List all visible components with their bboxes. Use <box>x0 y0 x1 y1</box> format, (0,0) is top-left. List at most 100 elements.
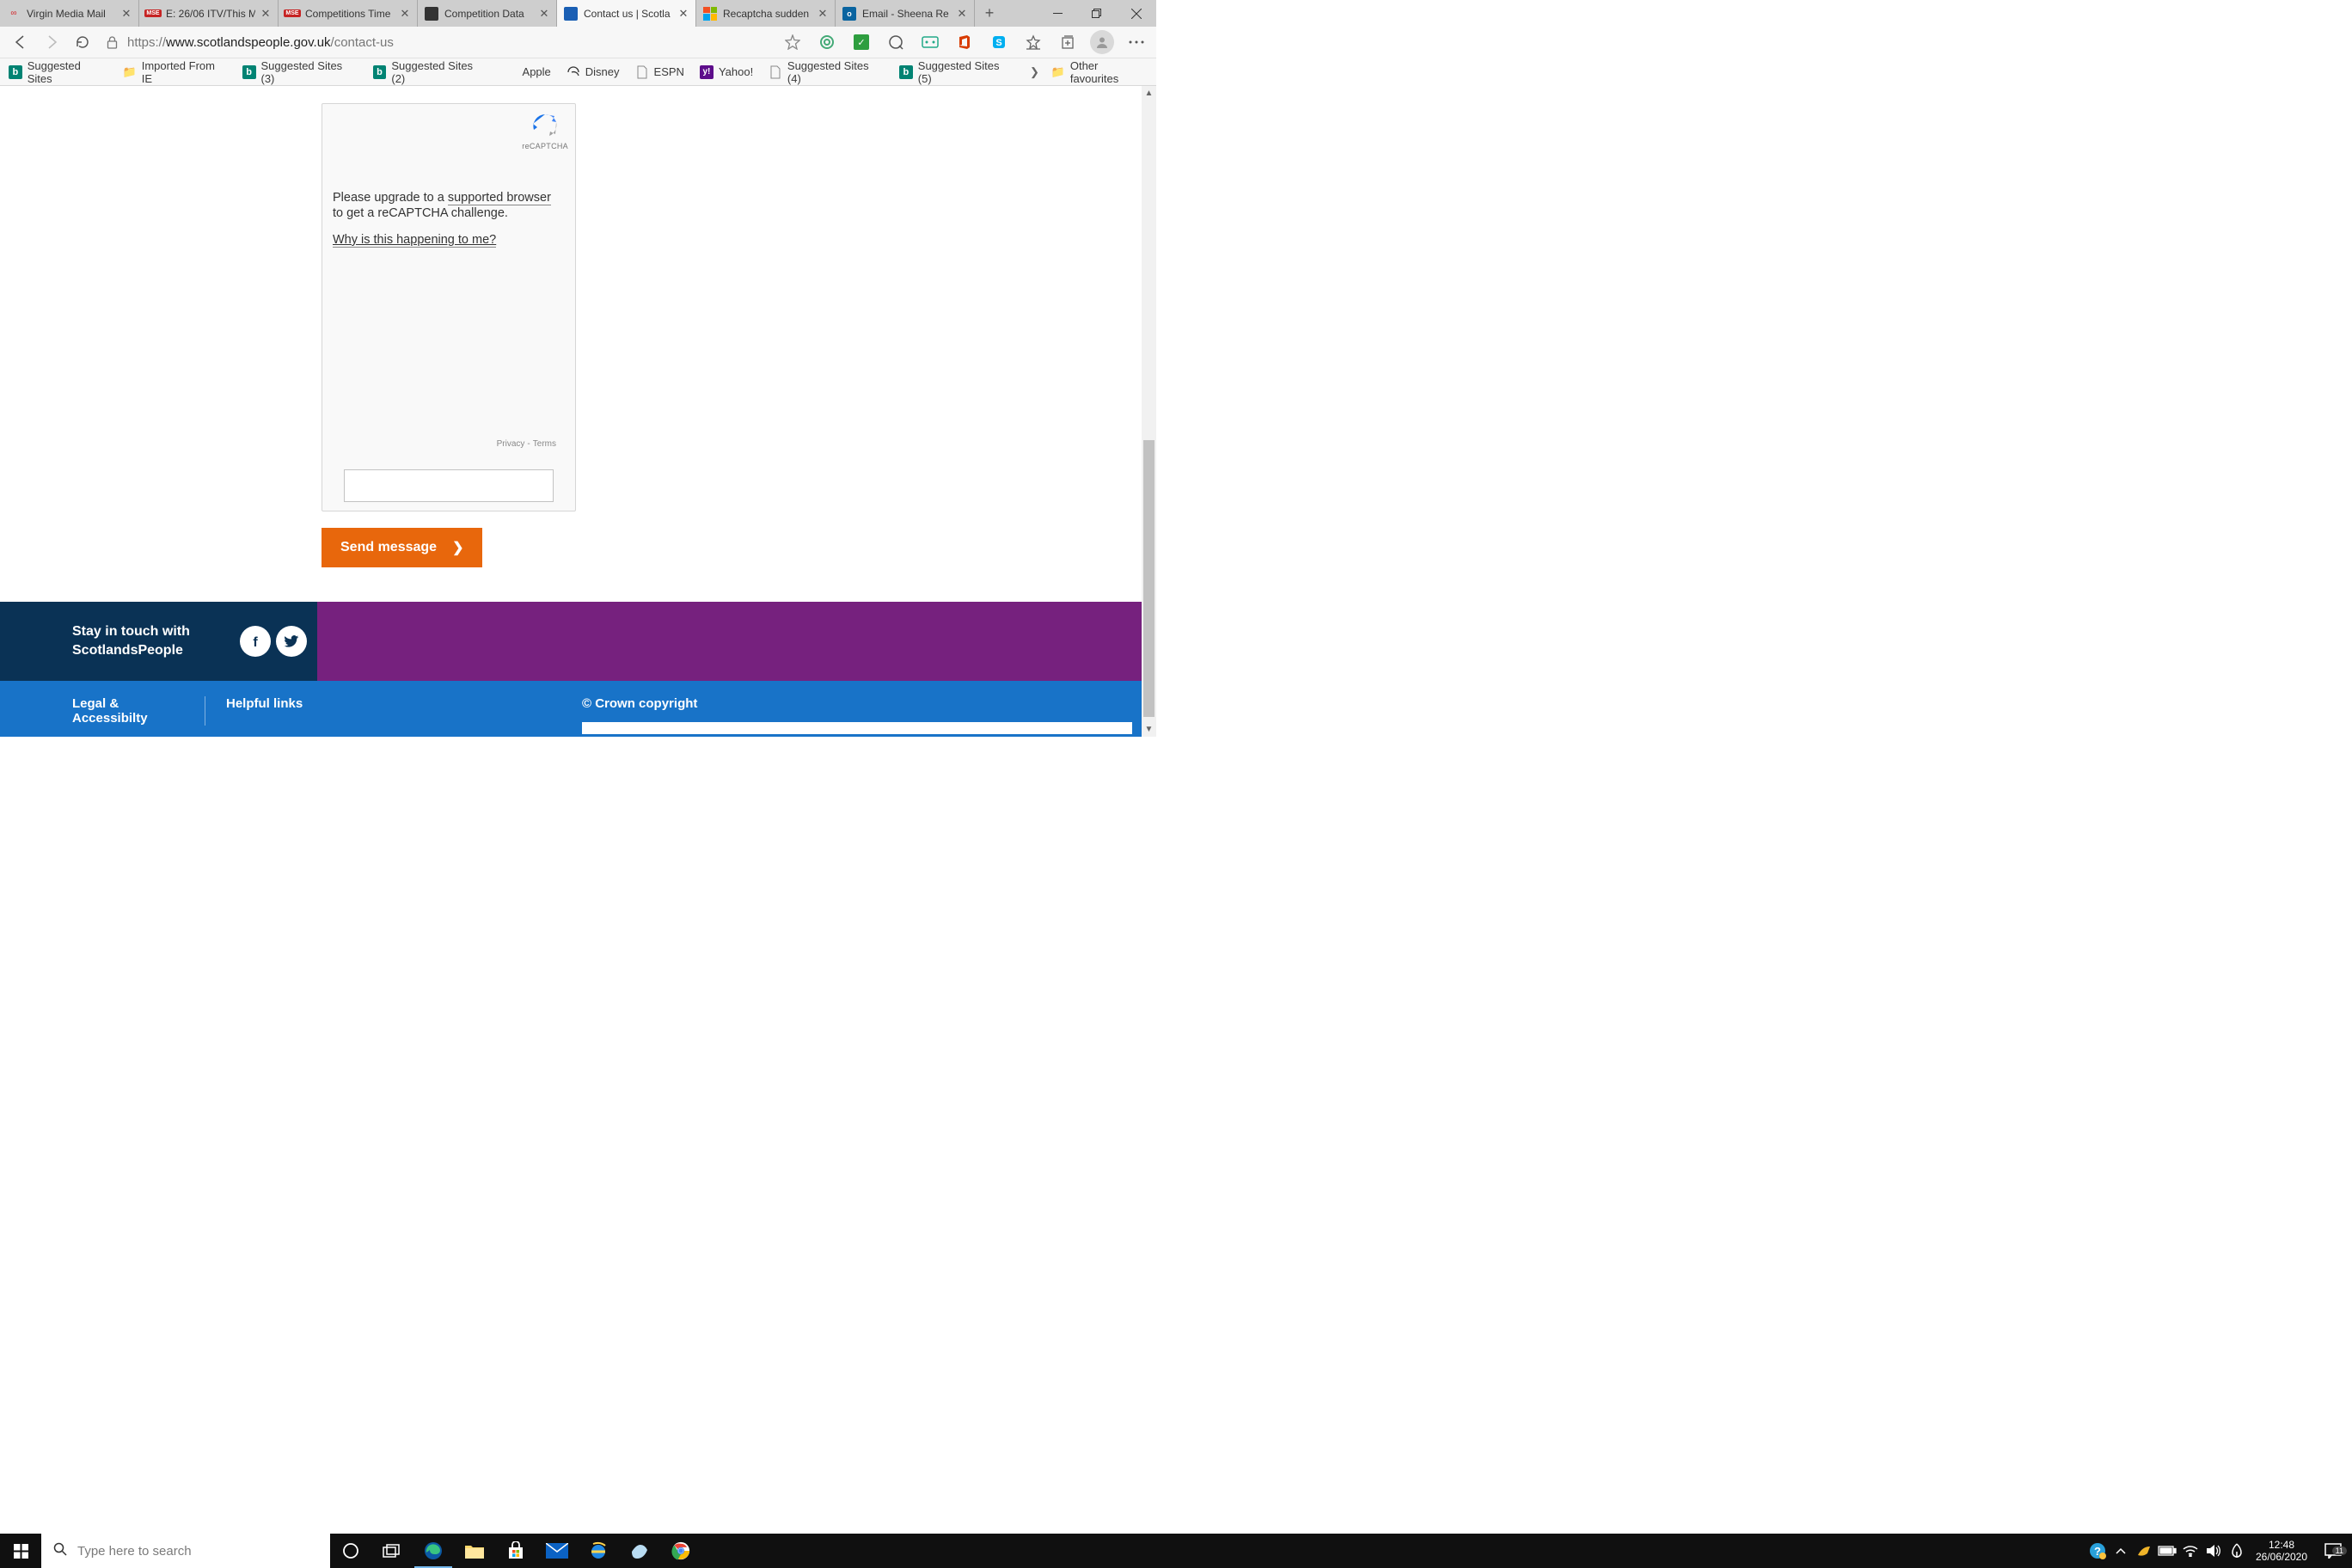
terms-link[interactable]: Terms <box>533 439 556 449</box>
forward-button[interactable] <box>36 27 67 58</box>
close-icon[interactable]: ✕ <box>955 7 969 21</box>
tab-email[interactable]: o Email - Sheena Re ✕ <box>836 0 975 27</box>
send-message-button[interactable]: Send message ❯ <box>322 528 482 567</box>
close-icon[interactable]: ✕ <box>677 7 690 21</box>
folder-icon: 📁 <box>1051 65 1065 79</box>
tab-label: Competition Data <box>444 8 534 20</box>
tab-label: E: 26/06 ITV/This M <box>166 8 255 20</box>
close-icon[interactable]: ✕ <box>259 7 273 21</box>
tab-label: Contact us | Scotla <box>584 8 673 20</box>
favorites-icon[interactable] <box>1019 28 1048 57</box>
bing-icon: b <box>899 65 913 79</box>
close-window-button[interactable] <box>1117 0 1156 27</box>
recaptcha-response-input[interactable] <box>344 469 554 502</box>
minimize-button[interactable] <box>1038 0 1077 27</box>
tab-competitions-time[interactable]: MSE Competitions Time ✕ <box>279 0 418 27</box>
bookmark-label: Suggested Sites (5) <box>918 59 1014 85</box>
bookmark-item[interactable]: ESPN <box>635 65 684 79</box>
recaptcha-widget: reCAPTCHA Please upgrade to a supported … <box>322 103 576 511</box>
close-icon[interactable]: ✕ <box>398 7 412 21</box>
new-tab-button[interactable]: + <box>975 0 1004 27</box>
other-favourites[interactable]: 📁Other favourites <box>1051 59 1148 85</box>
tab-contact-us[interactable]: Contact us | Scotla ✕ <box>557 0 696 27</box>
chevron-right-icon[interactable]: ❯ <box>1030 65 1039 79</box>
skype-icon[interactable]: S <box>984 28 1014 57</box>
refresh-button[interactable] <box>67 27 98 58</box>
app-icon[interactable] <box>619 1534 660 1568</box>
close-icon[interactable]: ✕ <box>537 7 551 21</box>
office-icon[interactable] <box>950 28 979 57</box>
bookmark-item[interactable]: bSuggested Sites <box>9 59 107 85</box>
why-link[interactable]: Why is this happening to me? <box>333 233 496 248</box>
ie-app[interactable] <box>578 1534 619 1568</box>
facebook-link[interactable]: f <box>240 626 271 657</box>
url-field[interactable]: https://www.scotlandspeople.gov.uk/conta… <box>103 30 766 54</box>
cortana-button[interactable] <box>330 1534 371 1568</box>
bookmark-item[interactable]: 📁Imported From IE <box>123 59 227 85</box>
yahoo-icon: y! <box>700 65 714 79</box>
tab-label: Virgin Media Mail <box>27 8 116 20</box>
extension-icon[interactable]: ✓ <box>847 28 876 57</box>
bookmark-item[interactable]: Apple <box>504 65 551 79</box>
windows-taskbar: Type here to search ? 12:48 26/06/2020 1… <box>0 1534 2352 1568</box>
bookmarks-overflow: ❯ 📁Other favourites <box>1030 59 1148 85</box>
recaptcha-footer: Privacy-Terms <box>497 439 556 449</box>
bookmark-item[interactable]: Disney <box>567 65 620 79</box>
mail-app[interactable] <box>536 1534 578 1568</box>
volume-icon[interactable] <box>2203 1534 2224 1568</box>
edge-app[interactable] <box>413 1534 454 1568</box>
wifi-icon[interactable] <box>2180 1534 2201 1568</box>
tab-competition-data[interactable]: Competition Data ✕ <box>418 0 557 27</box>
window-controls <box>1038 0 1156 27</box>
collections-icon[interactable] <box>1053 28 1082 57</box>
apple-icon <box>504 65 518 79</box>
scroll-down-icon[interactable]: ▼ <box>1142 722 1156 737</box>
url-text: https://www.scotlandspeople.gov.uk/conta… <box>127 35 394 50</box>
bookmark-item[interactable]: bSuggested Sites (2) <box>373 59 488 85</box>
twitter-link[interactable] <box>276 626 307 657</box>
scroll-thumb[interactable] <box>1143 440 1155 717</box>
more-button[interactable] <box>1122 28 1151 57</box>
back-button[interactable] <box>5 27 36 58</box>
battery-icon[interactable] <box>2157 1534 2177 1568</box>
scroll-up-icon[interactable]: ▲ <box>1142 86 1156 101</box>
task-view-button[interactable] <box>371 1534 413 1568</box>
chevron-up-icon[interactable] <box>2110 1534 2131 1568</box>
store-app[interactable] <box>495 1534 536 1568</box>
start-button[interactable] <box>0 1534 41 1568</box>
bookmark-item[interactable]: Suggested Sites (4) <box>769 59 884 85</box>
bookmark-item[interactable]: y!Yahoo! <box>700 65 753 79</box>
tab-recaptcha[interactable]: Recaptcha sudden ✕ <box>696 0 836 27</box>
footer-social-band: Stay in touch with ScotlandsPeople f <box>0 602 1142 681</box>
vertical-scrollbar[interactable]: ▲ ▼ <box>1142 86 1156 737</box>
button-label: Send message <box>340 540 437 555</box>
pen-icon[interactable] <box>2226 1534 2247 1568</box>
close-icon[interactable]: ✕ <box>119 7 133 21</box>
footer-input[interactable] <box>582 722 1132 734</box>
taskbar-search[interactable]: Type here to search <box>41 1534 330 1568</box>
privacy-link[interactable]: Privacy <box>497 439 525 449</box>
supported-browser-link[interactable]: supported browser <box>448 191 551 205</box>
tab-virgin-media[interactable]: ∞ Virgin Media Mail ✕ <box>0 0 139 27</box>
chrome-app[interactable] <box>660 1534 701 1568</box>
action-center-button[interactable]: 11 <box>2316 1543 2350 1559</box>
extension-icon[interactable] <box>881 28 910 57</box>
extension-icon[interactable] <box>812 28 842 57</box>
bookmark-item[interactable]: b Suggested Sites (5) <box>899 59 1014 85</box>
file-explorer-app[interactable] <box>454 1534 495 1568</box>
taskbar-clock[interactable]: 12:48 26/06/2020 <box>2250 1539 2313 1564</box>
extension-icon[interactable] <box>916 28 945 57</box>
bookmark-label: ESPN <box>654 65 684 78</box>
maximize-button[interactable] <box>1077 0 1117 27</box>
clock-time: 12:48 <box>2250 1539 2313 1551</box>
profile-button[interactable] <box>1087 28 1117 57</box>
bookmark-item[interactable]: bSuggested Sites (3) <box>242 59 358 85</box>
tray-app-icon[interactable] <box>2134 1534 2154 1568</box>
clock-date: 26/06/2020 <box>2250 1551 2313 1563</box>
favorite-star-icon[interactable] <box>778 28 807 57</box>
tab-itv[interactable]: MSE E: 26/06 ITV/This M ✕ <box>139 0 279 27</box>
close-icon[interactable]: ✕ <box>816 7 830 21</box>
disney-icon <box>567 65 580 79</box>
help-icon[interactable]: ? <box>2087 1534 2108 1568</box>
outlook-icon: o <box>842 7 856 21</box>
